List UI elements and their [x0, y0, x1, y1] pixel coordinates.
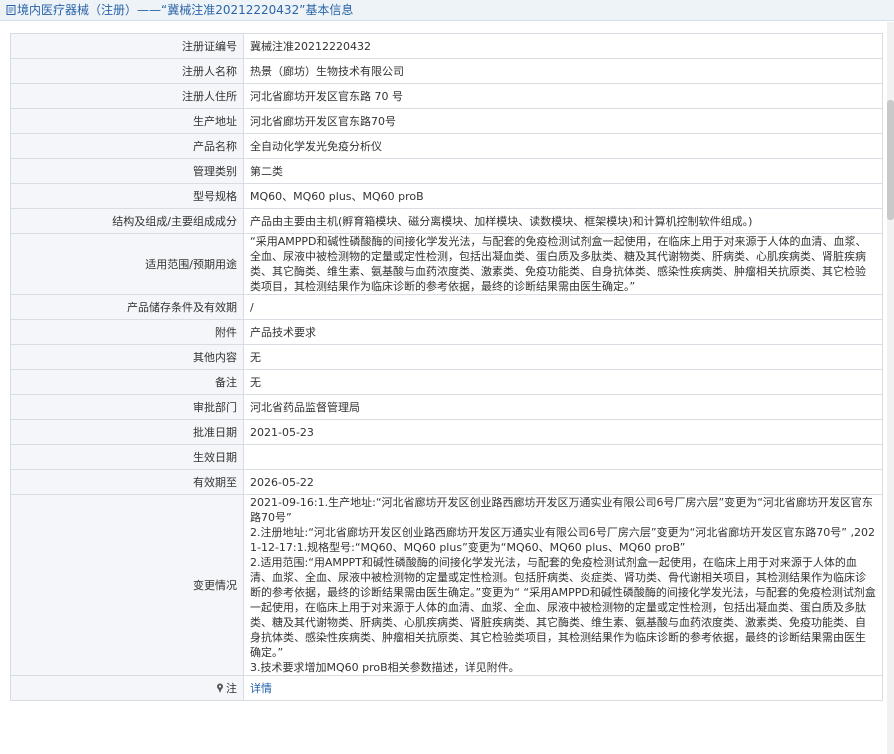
field-value: / — [243, 294, 883, 320]
field-label: 产品储存条件及有效期 — [10, 294, 244, 320]
change-entry: 2.适用范围:“用AMPPT和碱性磷酸酶的间接化学发光法，与配套的免疫检测试剂盒… — [250, 556, 876, 659]
field-label: 管理类别 — [10, 158, 244, 184]
table-row: 注册人名称 热景（廊坊）生物技术有限公司 — [10, 58, 883, 84]
field-value: “采用AMPPD和碱性磷酸酶的间接化学发光法，与配套的免疫检测试剂盒一起使用，在… — [243, 233, 883, 295]
pin-icon — [217, 683, 223, 693]
table-row: 产品名称 全自动化学发光免疫分析仪 — [10, 133, 883, 159]
table-row: 审批部门 河北省药品监督管理局 — [10, 394, 883, 420]
field-label: 其他内容 — [10, 344, 244, 370]
field-value: 第二类 — [243, 158, 883, 184]
table-row: 产品储存条件及有效期 / — [10, 294, 883, 320]
change-entry: 2021-09-16:1.生产地址:“河北省廊坊开发区创业路西廊坊开发区万通实业… — [250, 496, 873, 524]
field-label: 批准日期 — [10, 419, 244, 445]
field-label: 产品名称 — [10, 133, 244, 159]
field-value: 详情 — [243, 675, 883, 701]
field-value: 冀械注准20212220432 — [243, 33, 883, 59]
field-value: 全自动化学发光免疫分析仪 — [243, 133, 883, 159]
table-row: 其他内容无 — [10, 344, 883, 370]
field-label: 注册人住所 — [10, 83, 244, 109]
field-value — [243, 444, 883, 470]
table-row: 变更情况 2021-09-16:1.生产地址:“河北省廊坊开发区创业路西廊坊开发区… — [10, 494, 883, 676]
table-row: 型号规格 MQ60、MQ60 plus、MQ60 proB — [10, 183, 883, 209]
page-title: 境内医疗器械（注册）——“冀械注准20212220432”基本信息 — [17, 3, 354, 17]
field-label: 注 — [10, 675, 244, 701]
change-history: 2021-09-16:1.生产地址:“河北省廊坊开发区创业路西廊坊开发区万通实业… — [243, 494, 883, 676]
field-value: 热景（廊坊）生物技术有限公司 — [243, 58, 883, 84]
field-label: 型号规格 — [10, 183, 244, 209]
field-value: MQ60、MQ60 plus、MQ60 proB — [243, 183, 883, 209]
table-row: 有效期至 2026-05-22 — [10, 469, 883, 495]
document-icon — [6, 5, 16, 15]
table-row: 备注无 — [10, 369, 883, 395]
scrollbar-thumb[interactable] — [887, 100, 894, 220]
table-row: 生效日期 — [10, 444, 883, 470]
field-value: 无 — [243, 369, 883, 395]
table-row: 附件 产品技术要求 — [10, 319, 883, 345]
field-label: 有效期至 — [10, 469, 244, 495]
field-value: 河北省廊坊开发区官东路70号 — [243, 108, 883, 134]
details-link[interactable]: 详情 — [250, 682, 272, 695]
table-row: 批准日期 2021-05-23 — [10, 419, 883, 445]
note-label: 注 — [226, 681, 237, 695]
field-label: 生效日期 — [10, 444, 244, 470]
field-label: 附件 — [10, 319, 244, 345]
field-label: 审批部门 — [10, 394, 244, 420]
table-row: 注册人住所 河北省廊坊开发区官东路 70 号 — [10, 83, 883, 109]
field-value: 无 — [243, 344, 883, 370]
field-label: 注册证编号 — [10, 33, 244, 59]
field-value: 2021-05-23 — [243, 419, 883, 445]
field-value: 产品技术要求 — [243, 319, 883, 345]
change-entry: 2.注册地址:“河北省廊坊开发区创业路西廊坊开发区万通实业有限公司6号厂房六层”… — [250, 526, 875, 554]
table-row: 注册证编号 冀械注准20212220432 — [10, 33, 883, 59]
field-label: 变更情况 — [10, 494, 244, 676]
table-row: 结构及组成/主要组成成分 产品由主要由主机(孵育箱模块、磁分离模块、加样模块、读数… — [10, 208, 883, 234]
field-value: 2026-05-22 — [243, 469, 883, 495]
detail-table: 注册证编号 冀械注准20212220432 注册人名称 热景（廊坊）生物技术有限公司注… — [10, 33, 883, 701]
field-label: 备注 — [10, 369, 244, 395]
page-title-bar: 境内医疗器械（注册）——“冀械注准20212220432”基本信息 — [0, 0, 894, 21]
field-value: 产品由主要由主机(孵育箱模块、磁分离模块、加样模块、读数模块、框架模块)和计算机… — [243, 208, 883, 234]
field-label: 结构及组成/主要组成成分 — [10, 208, 244, 234]
table-row: 适用范围/预期用途 “采用AMPPD和碱性磷酸酶的间接化学发光法，与配套的免疫检测… — [10, 233, 883, 295]
change-entry: 3.技术要求增加MQ60 proB相关参数描述，详见附件。 — [250, 661, 520, 674]
field-label: 生产地址 — [10, 108, 244, 134]
table-row: 注详情 — [10, 675, 883, 701]
field-value: 河北省廊坊开发区官东路 70 号 — [243, 83, 883, 109]
table-row: 生产地址 河北省廊坊开发区官东路70号 — [10, 108, 883, 134]
field-value: 河北省药品监督管理局 — [243, 394, 883, 420]
table-row: 管理类别 第二类 — [10, 158, 883, 184]
field-label: 注册人名称 — [10, 58, 244, 84]
field-label: 适用范围/预期用途 — [10, 233, 244, 295]
